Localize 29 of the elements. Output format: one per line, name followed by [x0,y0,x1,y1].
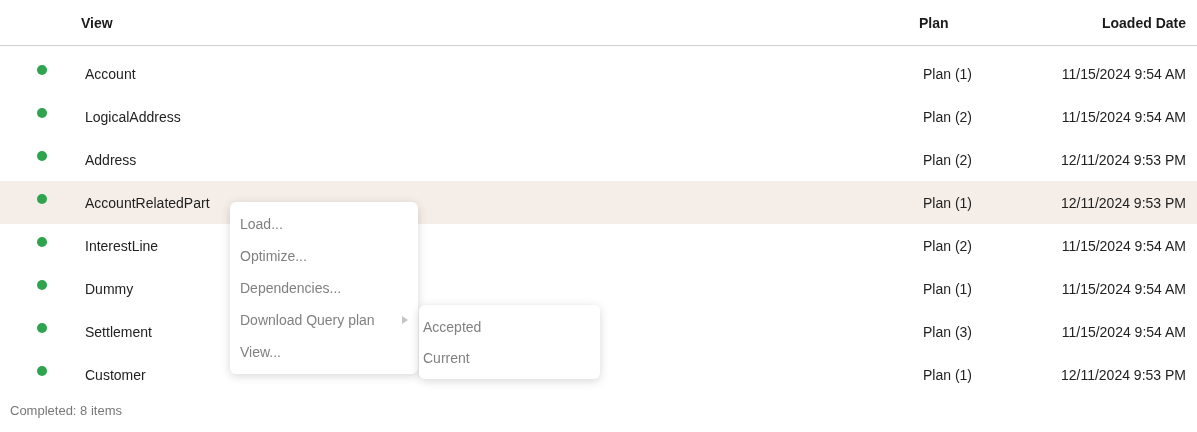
table-cell-text: 11/15/2024 9:54 AM [1061,65,1187,82]
table-cell: InterestLine [85,237,159,254]
table-cell: Plan (2) [923,237,973,254]
table-cell-text: 12/11/2024 9:53 PM [1060,194,1187,211]
table-cell: Dummy [85,280,134,297]
table-cell: Settlement [85,323,152,340]
column-header[interactable]: Plan [919,14,949,31]
table-cell: Plan (2) [923,108,973,125]
table-cell-text: 11/15/2024 9:54 AM [1061,280,1187,297]
table-cell: AccountRelatedPart [85,194,210,211]
table-cell: LogicalAddress [85,108,181,125]
table-cell-text: 11/15/2024 9:54 AM [1061,323,1187,340]
table-cell: Account [85,65,136,82]
table-cell-text: 12/11/2024 9:53 PM [1060,151,1187,168]
table-cell-text: 11/15/2024 9:54 AM [1061,237,1187,254]
status-text: Completed: 8 items [9,402,123,420]
table-cell: Plan (1) [923,366,973,383]
table-cell: Plan (1) [923,280,973,297]
table-cell-text: 11/15/2024 9:54 AM [1061,108,1187,125]
table-cell: Customer [85,366,146,383]
table-cell: Plan (3) [923,323,973,340]
column-header[interactable]: Loaded Date [1102,14,1197,31]
column-header[interactable]: View [81,14,113,31]
caret-icon [402,316,408,324]
table-cell: Plan (2) [923,151,973,168]
table-cell: Plan (1) [923,65,973,82]
table-cell: Address [85,151,137,168]
table-cell: Plan (1) [923,194,973,211]
table-cell-text: 12/11/2024 9:53 PM [1060,366,1187,383]
